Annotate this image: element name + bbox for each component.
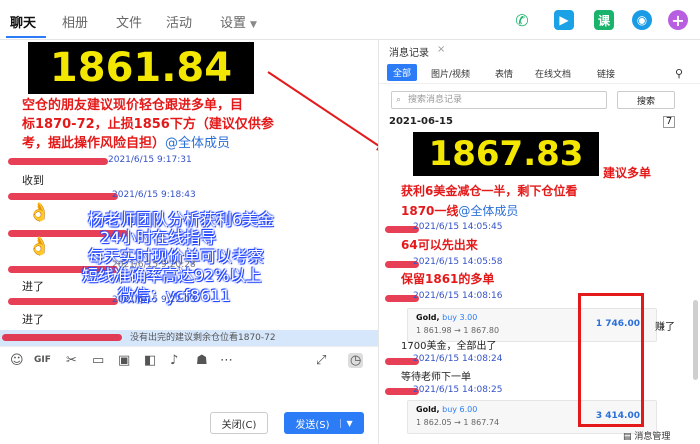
trade-card-range: 1 861.98 → 1 867.80 <box>416 326 500 335</box>
filter-docs[interactable]: 在线文档 <box>535 67 571 80</box>
filter-all[interactable]: 全部 <box>387 64 418 81</box>
price-image-1867: 1867.83 <box>413 132 599 176</box>
advice-text-1: 建议多单 <box>603 166 652 180</box>
search-icon: ⌕ <box>396 95 402 105</box>
trade-card-instrument: Gold, buy 6.00 <box>416 405 478 414</box>
message-text: 等待老师下一单 <box>401 372 471 383</box>
message-management-label: 消息管理 <box>634 432 671 442</box>
trade-card-range: 1 862.05 → 1 867.74 <box>416 418 500 427</box>
history-filter-tabs: 全部 图片/视频 表情 在线文档 链接 ⚲ <box>379 62 700 84</box>
mention-all[interactable]: @全体成员 <box>458 204 518 218</box>
chat-bubble-icon: ▤ <box>623 432 635 442</box>
history-date: 2021-06-15 <box>389 116 453 127</box>
timestamp: 2021/6/15 14:08:24 <box>413 354 503 364</box>
earn-text: 赚了 <box>655 322 675 333</box>
timestamp: 2021/6/15 14:08:25 <box>413 385 503 395</box>
highlight-box <box>578 293 644 427</box>
calendar-icon[interactable]: 7 <box>663 116 675 128</box>
filter-stickers[interactable]: 表情 <box>495 67 513 80</box>
message-text: 1700美金，全部出了 <box>401 341 497 352</box>
timestamp: 2021/6/15 14:05:45 <box>413 222 503 232</box>
filter-links[interactable]: 链接 <box>597 67 615 80</box>
history-search-input[interactable]: ⌕ 搜索消息记录 <box>391 91 607 109</box>
message-management-button[interactable]: ▤ 消息管理 <box>623 429 670 442</box>
history-scrollbar[interactable] <box>693 300 698 380</box>
advice-text-4: 64可以先出来 <box>401 238 478 252</box>
advice-text-2: 获利6美金减仓一半，剩下仓位看 <box>401 184 578 198</box>
message-history-panel: 消息记录 × 全部 图片/视频 表情 在线文档 链接 ⚲ ⌕ 搜索消息记录 搜索 … <box>378 40 700 444</box>
filter-icon[interactable]: ⚲ <box>675 67 683 80</box>
advice-text-5: 保留1861的多单 <box>401 272 495 286</box>
history-search-button[interactable]: 搜索 <box>617 91 675 109</box>
trade-card-instrument: Gold, buy 3.00 <box>416 313 478 322</box>
timestamp: 2021/6/15 14:05:58 <box>413 257 503 267</box>
history-close-icon[interactable]: × <box>437 44 445 55</box>
advice-line-row: 1870一线@全体成员 <box>401 202 518 219</box>
filter-media[interactable]: 图片/视频 <box>431 67 470 80</box>
timestamp: 2021/6/15 14:08:16 <box>413 291 503 301</box>
advice-text-3: 1870一线 <box>401 204 459 218</box>
history-title: 消息记录 <box>389 48 429 59</box>
search-placeholder: 搜索消息记录 <box>408 95 463 105</box>
